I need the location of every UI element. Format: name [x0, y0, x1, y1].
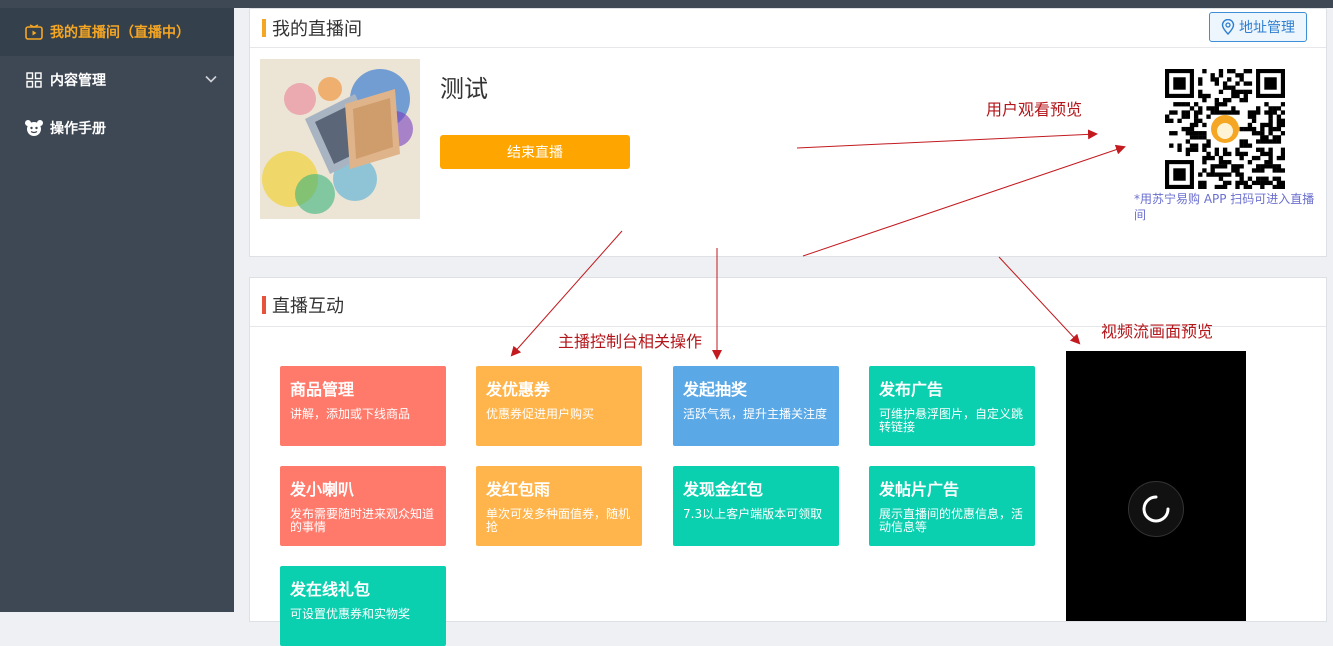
address-management-label: 地址管理 [1239, 20, 1295, 36]
tile-title: 发优惠券 [486, 380, 551, 399]
loading-spinner-icon [1128, 481, 1184, 537]
live-name: 测试 [440, 75, 488, 103]
tile-advertisement[interactable]: 发布广告 可维护悬浮图片，自定义跳转链接 [869, 366, 1035, 446]
sidebar-item-label: 我的直播间（直播中） [50, 25, 190, 41]
card-divider [250, 47, 1326, 48]
tile-coupon[interactable]: 发优惠券 优惠券促进用户购买 [476, 366, 642, 446]
tile-desc: 活跃气氛，提升主播关注度 [683, 407, 828, 421]
end-live-button[interactable]: 结束直播 [440, 135, 630, 169]
title-accent-bar [262, 296, 266, 314]
chevron-down-icon[interactable] [204, 72, 218, 90]
tile-title: 发现金红包 [683, 480, 764, 499]
annotation-console-ops: 主播控制台相关操作 [558, 332, 703, 351]
tile-title: 发红包雨 [486, 480, 551, 499]
tile-desc: 讲解，添加或下线商品 [290, 407, 411, 421]
tile-lottery[interactable]: 发起抽奖 活跃气氛，提升主播关注度 [673, 366, 839, 446]
tv-icon [24, 22, 44, 42]
tile-desc: 可设置优惠券和实物奖 [290, 607, 411, 621]
qr-note: *用苏宁易购 APP 扫码可进入直播间 [1134, 192, 1315, 222]
tile-red-packet-rain[interactable]: 发红包雨 单次可发多种面值券，随机抢 [476, 466, 642, 546]
sidebar-item-manual[interactable]: 操作手册 [0, 104, 234, 152]
sidebar-item-content-management[interactable]: 内容管理 [0, 56, 234, 104]
tile-desc: 展示直播间的优惠信息，活动信息等 [879, 507, 1024, 534]
tile-desc: 7.3以上客户端版本可领取 [683, 507, 823, 521]
sidebar-item-my-live-room[interactable]: 我的直播间（直播中） [0, 8, 234, 56]
tile-desc: 优惠券促进用户购买 [486, 407, 595, 421]
live-room-title: 我的直播间 [262, 15, 362, 41]
annotation-stream-preview: 视频流画面预览 [1101, 322, 1214, 341]
live-interaction-title: 直播互动 [262, 292, 344, 318]
live-room-title-text: 我的直播间 [272, 19, 362, 40]
tile-title: 发起抽奖 [683, 380, 748, 399]
location-pin-icon [1221, 19, 1235, 35]
tile-title: 发布广告 [879, 380, 944, 399]
top-bar [0, 0, 1333, 8]
tile-cash-red-packet[interactable]: 发现金红包 7.3以上客户端版本可领取 [673, 466, 839, 546]
address-management-button[interactable]: 地址管理 [1209, 12, 1307, 42]
tile-online-gift[interactable]: 发在线礼包 可设置优惠券和实物奖 [280, 566, 446, 646]
annotation-user-preview: 用户观看预览 [986, 100, 1083, 119]
tile-title: 发小喇叭 [290, 480, 355, 499]
tile-desc: 可维护悬浮图片，自定义跳转链接 [879, 407, 1024, 434]
tile-sticker-ad[interactable]: 发帖片广告 展示直播间的优惠信息，活动信息等 [869, 466, 1035, 546]
qr-code [1165, 69, 1286, 190]
tile-title: 发在线礼包 [290, 580, 371, 599]
live-interaction-title-text: 直播互动 [272, 296, 344, 317]
tile-desc: 单次可发多种面值券，随机抢 [486, 507, 631, 534]
mascot-icon [24, 118, 44, 138]
title-accent-bar [262, 19, 266, 37]
tile-title: 商品管理 [290, 380, 355, 399]
tile-desc: 发布需要随时进来观众知道的事情 [290, 507, 435, 534]
sidebar-item-label: 操作手册 [50, 121, 106, 137]
live-room-card: 我的直播间 地址管理 测试 结束直播 *用苏宁易购 APP 扫码可进入直播间 [249, 8, 1327, 257]
tile-announcement[interactable]: 发小喇叭 发布需要随时进来观众知道的事情 [280, 466, 446, 546]
tile-product-management[interactable]: 商品管理 讲解，添加或下线商品 [280, 366, 446, 446]
video-stream-preview[interactable] [1066, 351, 1246, 621]
tile-title: 发帖片广告 [879, 480, 960, 499]
sidebar-item-label: 内容管理 [50, 73, 106, 89]
live-cover-image[interactable] [260, 59, 420, 219]
grid-icon [24, 70, 44, 90]
